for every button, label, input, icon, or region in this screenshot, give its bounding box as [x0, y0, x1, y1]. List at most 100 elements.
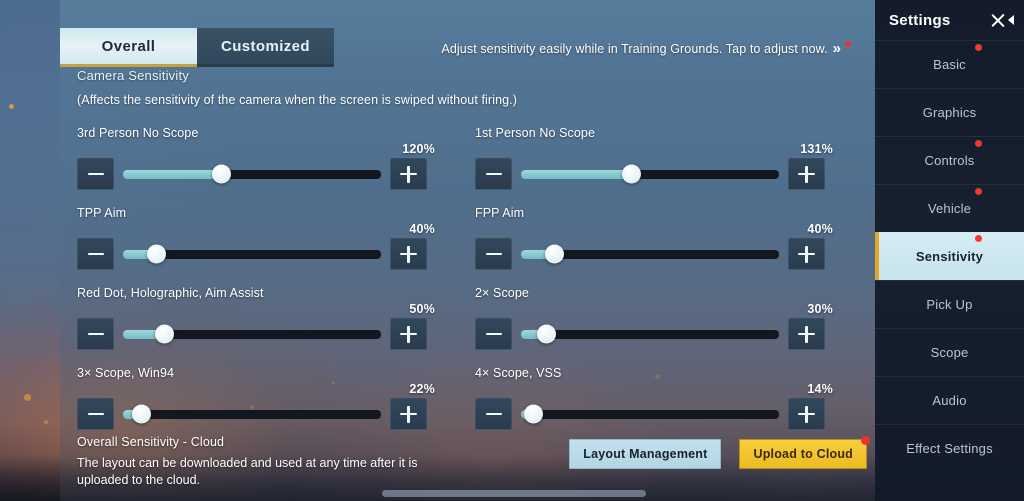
training-grounds-banner[interactable]: Adjust sensitivity easily while in Train… [441, 41, 851, 56]
sidebar-item-vehicle[interactable]: Vehicle [875, 184, 1024, 232]
slider-decrease-button[interactable] [475, 238, 512, 270]
slider-value: 22% [409, 382, 435, 396]
slider-thumb[interactable] [622, 164, 642, 184]
sensitivity-slider-row: FPP Aim 40% [475, 206, 873, 286]
slider-label: 3× Scope, Win94 [77, 366, 175, 380]
sidebar-header: Settings [875, 0, 1024, 40]
slider-increase-button[interactable] [788, 238, 825, 270]
slider-thumb[interactable] [545, 244, 565, 264]
slider-track[interactable] [521, 244, 779, 264]
slider-label: 2× Scope [475, 286, 529, 300]
upload-to-cloud-button[interactable]: Upload to Cloud [739, 435, 870, 469]
plus-icon [400, 245, 417, 263]
sidebar-item-pick-up[interactable]: Pick Up [875, 280, 1024, 328]
tab-customized[interactable]: Customized [197, 28, 334, 67]
slider-increase-button[interactable] [390, 318, 427, 350]
tab-overall-label: Overall [101, 37, 156, 55]
sidebar-item-label: Vehicle [927, 201, 972, 216]
close-x-glyph [990, 12, 1007, 29]
slider-track[interactable] [123, 164, 381, 184]
banner-text: Adjust sensitivity easily while in Train… [441, 41, 828, 56]
plus-icon [798, 165, 815, 183]
slider-decrease-button[interactable] [475, 318, 512, 350]
slider-value: 50% [409, 302, 435, 316]
slider-increase-button[interactable] [390, 158, 427, 190]
close-icon[interactable] [990, 12, 1014, 29]
slider-thumb[interactable] [131, 404, 151, 424]
slider-thumb[interactable] [147, 244, 167, 264]
slider-thumb[interactable] [211, 164, 231, 184]
slider-decrease-button[interactable] [77, 318, 114, 350]
sidebar-item-sensitivity[interactable]: Sensitivity [875, 232, 1024, 280]
sidebar-item-controls[interactable]: Controls [875, 136, 1024, 184]
slider-track[interactable] [123, 404, 381, 424]
sidebar-item-label: Pick Up [926, 297, 973, 312]
minus-icon [485, 252, 502, 256]
slider-decrease-button[interactable] [77, 158, 114, 190]
cloud-description: The layout can be downloaded and used at… [77, 455, 418, 487]
sidebar-item-label: Sensitivity [915, 248, 984, 264]
sensitivity-slider-row: TPP Aim 40% [77, 206, 475, 286]
slider-controls [77, 238, 427, 270]
sidebar-title: Settings [889, 11, 951, 29]
slider-controls [475, 158, 825, 190]
minus-icon [485, 412, 502, 416]
sidebar-item-label: Audio [932, 393, 967, 408]
sensitivity-slider-row: 1st Person No Scope 131% [475, 126, 873, 206]
horizontal-scrollbar[interactable] [60, 490, 875, 497]
sidebar-item-notification-dot [975, 188, 982, 195]
slider-thumb[interactable] [537, 324, 557, 344]
tab-overall[interactable]: Overall [60, 28, 197, 67]
layout-management-label: Layout Management [583, 446, 708, 461]
slider-controls [475, 318, 825, 350]
slider-controls [77, 158, 427, 190]
slider-controls [475, 238, 825, 270]
slider-thumb[interactable] [154, 324, 174, 344]
slider-decrease-button[interactable] [475, 398, 512, 430]
cloud-text-block: Overall Sensitivity - Cloud The layout c… [77, 433, 477, 490]
slider-track[interactable] [123, 324, 381, 344]
section-title: Camera Sensitivity [77, 68, 189, 83]
sensitivity-slider-grid: 3rd Person No Scope 120% 1st Person No Sco… [77, 126, 867, 446]
scrollbar-thumb[interactable] [382, 490, 646, 497]
slider-value: 131% [800, 142, 833, 156]
slider-controls [475, 398, 825, 430]
slider-value: 30% [807, 302, 833, 316]
slider-value: 14% [807, 382, 833, 396]
sidebar-item-effect-settings[interactable]: Effect Settings [875, 424, 1024, 472]
slider-increase-button[interactable] [788, 398, 825, 430]
minus-icon [87, 332, 104, 336]
slider-decrease-button[interactable] [77, 238, 114, 270]
slider-track[interactable] [521, 404, 779, 424]
slider-increase-button[interactable] [788, 158, 825, 190]
slider-label: 4× Scope, VSS [475, 366, 562, 380]
slider-track[interactable] [521, 164, 779, 184]
sidebar-item-audio[interactable]: Audio [875, 376, 1024, 424]
upload-to-cloud-label: Upload to Cloud [753, 446, 853, 461]
sidebar-item-graphics[interactable]: Graphics [875, 88, 1024, 136]
layout-management-button[interactable]: Layout Management [569, 438, 722, 469]
sidebar-item-scope[interactable]: Scope [875, 328, 1024, 376]
slider-value: 40% [807, 222, 833, 236]
slider-increase-button[interactable] [390, 398, 427, 430]
slider-label: FPP Aim [475, 206, 525, 220]
plus-icon [798, 405, 815, 423]
plus-icon [400, 405, 417, 423]
slider-track[interactable] [123, 244, 381, 264]
plus-icon [400, 325, 417, 343]
slider-track[interactable] [521, 324, 779, 344]
minus-icon [485, 332, 502, 336]
slider-label: Red Dot, Holographic, Aim Assist [77, 286, 264, 300]
slider-value: 120% [402, 142, 435, 156]
sensitivity-slider-row: 2× Scope 30% [475, 286, 873, 366]
tab-customized-label: Customized [220, 37, 310, 55]
slider-decrease-button[interactable] [77, 398, 114, 430]
slider-label: 3rd Person No Scope [77, 126, 199, 140]
section-description: (Affects the sensitivity of the camera w… [77, 93, 518, 107]
slider-decrease-button[interactable] [475, 158, 512, 190]
sensitivity-slider-row: 3rd Person No Scope 120% [77, 126, 475, 206]
slider-increase-button[interactable] [390, 238, 427, 270]
slider-increase-button[interactable] [788, 318, 825, 350]
slider-thumb[interactable] [524, 404, 544, 424]
sidebar-item-basic[interactable]: Basic [875, 40, 1024, 88]
